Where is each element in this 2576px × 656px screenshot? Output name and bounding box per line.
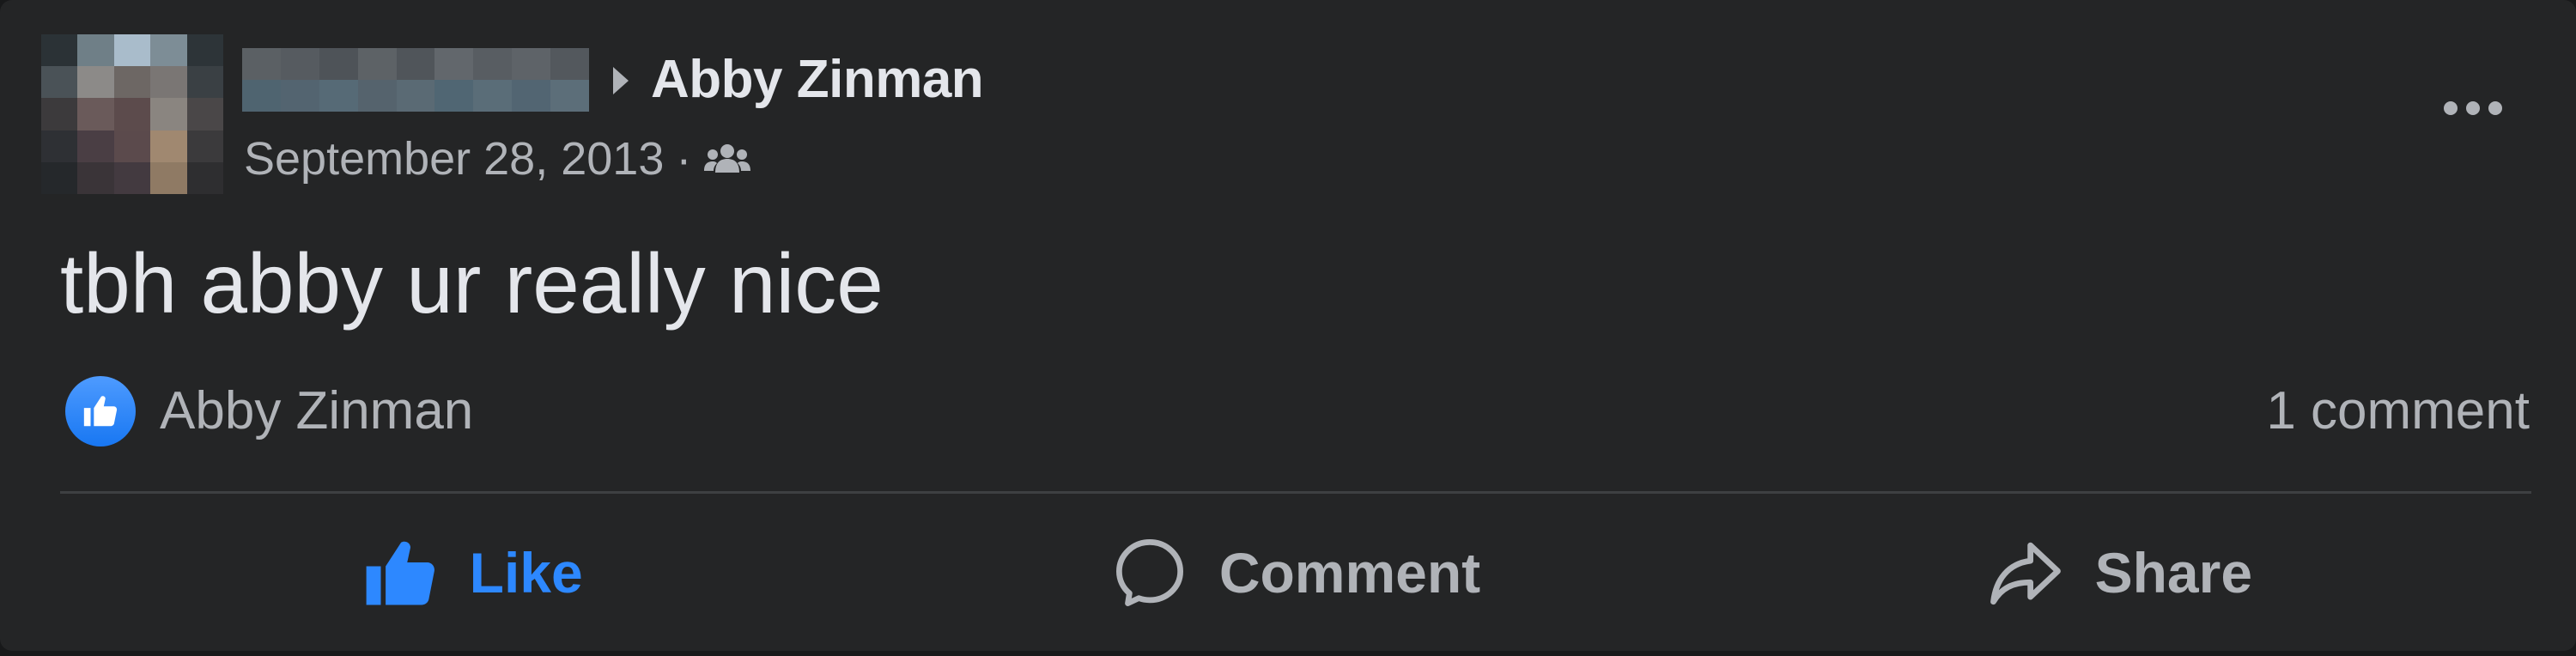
post-meta: September 28, 2013 · [244, 129, 751, 189]
friends-icon[interactable] [703, 142, 751, 176]
like-reaction-icon[interactable] [65, 376, 136, 446]
share-label: Share [2094, 541, 2253, 604]
comment-count[interactable]: 1 comment [2266, 378, 2530, 445]
post-date[interactable]: September 28, 2013 [244, 132, 664, 185]
post-card: Abby Zinman September 28, 2013 · tbh abb… [0, 0, 2576, 651]
author-name-redacted[interactable] [242, 48, 589, 112]
more-dot-icon [2466, 101, 2480, 115]
thumbs-up-icon [83, 396, 118, 427]
reactor-name[interactable]: Abby Zinman [160, 378, 473, 445]
share-icon [1990, 542, 2061, 605]
more-options-button[interactable] [2430, 82, 2516, 134]
action-bar: Like Comment Share [60, 508, 2531, 637]
more-dot-icon [2488, 101, 2502, 115]
author-avatar[interactable] [41, 34, 223, 194]
comment-icon [1115, 539, 1183, 606]
share-button[interactable]: Share [1708, 508, 2531, 637]
like-button[interactable]: Like [60, 508, 884, 637]
like-label: Like [469, 541, 583, 604]
more-dot-icon [2444, 101, 2458, 115]
divider [60, 491, 2531, 494]
comment-button[interactable]: Comment [884, 508, 1707, 637]
comment-label: Comment [1218, 541, 1481, 604]
arrow-right-icon [613, 67, 629, 94]
thumbs-up-icon [366, 541, 434, 605]
target-profile-name[interactable]: Abby Zinman [651, 48, 984, 112]
post-text: tbh abby ur really nice [60, 236, 884, 331]
meta-separator: · [676, 133, 692, 185]
